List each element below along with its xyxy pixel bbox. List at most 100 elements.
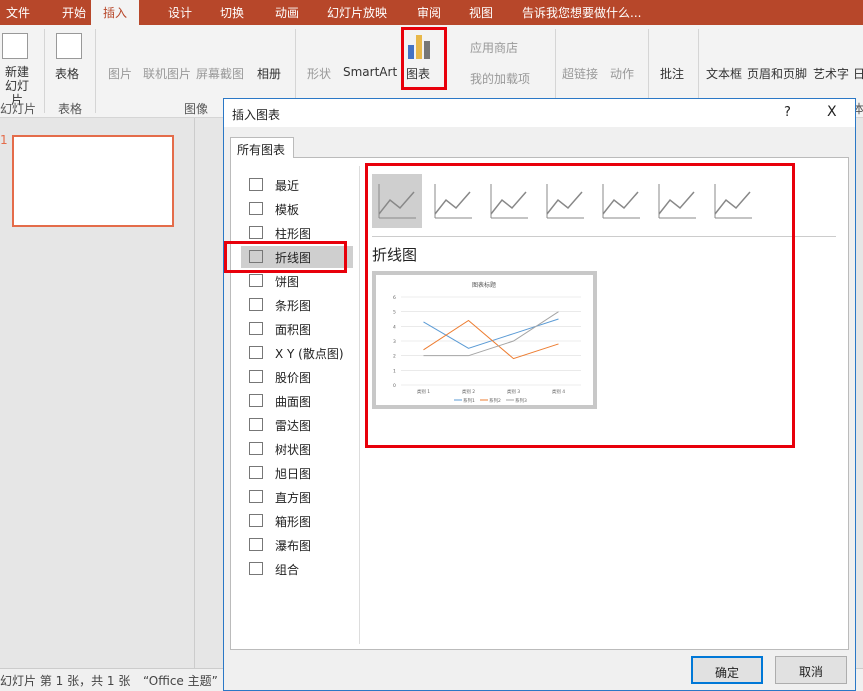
album-button[interactable]: 相册 xyxy=(257,65,281,82)
cancel-button[interactable]: 取消 xyxy=(775,656,847,684)
tab-7[interactable]: 审阅 xyxy=(417,4,441,21)
my-addins-button[interactable]: 我的加载项 xyxy=(470,70,530,87)
category-item[interactable]: 箱形图 xyxy=(241,510,353,532)
line-subtype-icon xyxy=(602,184,640,219)
tab-6[interactable]: 幻灯片放映 xyxy=(327,4,387,21)
textbox-button[interactable]: 文本框 xyxy=(706,65,742,82)
insert-chart-dialog: 插入图表 ? X 所有图表 最近模板柱形图折线图饼图条形图面积图 X Y (散点图… xyxy=(223,98,856,691)
line-subtype-icon xyxy=(378,184,416,219)
category-item[interactable]: 旭日图 xyxy=(241,462,353,484)
category-label: 股价图 xyxy=(275,371,312,385)
close-button[interactable]: X xyxy=(827,104,837,120)
category-item[interactable]: 曲面图 xyxy=(241,390,353,412)
ok-button[interactable]: 确定 xyxy=(691,656,763,684)
category-item[interactable]: 雷达图 xyxy=(241,414,353,436)
category-label: 折线图 xyxy=(275,251,312,265)
category-label: 直方图 xyxy=(275,491,312,505)
date-button[interactable]: 日 xyxy=(853,65,863,82)
header-footer-button[interactable]: 页眉和页脚 xyxy=(747,65,807,82)
tab-5[interactable]: 动画 xyxy=(275,4,299,21)
tell-me-search[interactable]: 告诉我您想要做什么... xyxy=(522,4,641,21)
chart-type-icon xyxy=(249,274,263,287)
category-label: 条形图 xyxy=(275,299,312,313)
slide-count: 幻灯片 第 1 张，共 1 张 xyxy=(0,674,131,688)
tab-0[interactable]: 文件 xyxy=(6,4,30,21)
category-label: 面积图 xyxy=(275,323,312,337)
online-picture-button[interactable]: 联机图片 xyxy=(143,65,191,82)
category-item[interactable]: X Y (散点图) xyxy=(241,342,353,364)
category-item[interactable]: 折线图 xyxy=(241,246,353,268)
legend-entry: 系列3 xyxy=(515,397,527,404)
category-label: 最近 xyxy=(275,179,300,193)
screenshot-button[interactable]: 屏幕截图 xyxy=(196,65,244,82)
line-subtype-4[interactable] xyxy=(540,174,590,228)
category-item[interactable]: 直方图 xyxy=(241,486,353,508)
chart-preview[interactable]: 图表标题 0 1 2 3 4 5 6 类别 1 类别 2 类别 3 类别 4 系列1 系列2 系列3 xyxy=(372,271,597,409)
category-label: 曲面图 xyxy=(275,395,312,409)
category-item[interactable]: 股价图 xyxy=(241,366,353,388)
line-subtype-icon xyxy=(658,184,696,219)
action-button[interactable]: 动作 xyxy=(610,65,634,82)
dialog-panel: 最近模板柱形图折线图饼图条形图面积图 X Y (散点图) 股价图曲面图雷达图 树状图旭… xyxy=(230,157,849,650)
group-label: 图像 xyxy=(184,102,209,116)
category-item[interactable]: 柱形图 xyxy=(241,222,353,244)
tab-2[interactable]: 插入 xyxy=(91,0,140,25)
table-icon xyxy=(56,33,82,59)
chart-type-icon xyxy=(249,394,263,407)
chart-type-icon xyxy=(249,538,263,551)
line-subtype-6[interactable] xyxy=(652,174,702,228)
chart-type-icon xyxy=(249,490,263,503)
picture-button[interactable]: 图片 xyxy=(108,65,132,82)
series-line-1 xyxy=(423,318,559,349)
category-label: 瀑布图 xyxy=(275,539,312,553)
chart-type-icon xyxy=(249,298,263,311)
x-tick-label: 类别 1 xyxy=(417,388,430,395)
tab-all-charts[interactable]: 所有图表 xyxy=(230,137,294,158)
category-item[interactable]: 最近 xyxy=(241,174,353,196)
category-item[interactable]: 树状图 xyxy=(241,438,353,460)
category-item[interactable]: 模板 xyxy=(241,198,353,220)
category-item[interactable]: 组合 xyxy=(241,558,353,580)
chart-type-icon xyxy=(249,346,263,359)
comment-button[interactable]: 批注 xyxy=(660,65,684,82)
tab-4[interactable]: 切换 xyxy=(220,4,244,21)
category-item[interactable]: 条形图 xyxy=(241,294,353,316)
shapes-button[interactable]: 形状 xyxy=(307,65,331,82)
chart-type-icon xyxy=(249,442,263,455)
category-label: 柱形图 xyxy=(275,227,312,241)
category-label: 组合 xyxy=(275,563,300,577)
store-button[interactable]: 应用商店 xyxy=(470,39,518,56)
line-chart: 图表标题 0 1 2 3 4 5 6 类别 1 类别 2 类别 3 类别 4 系列1 系列2 系列3 xyxy=(376,275,593,405)
table-button[interactable]: 表格 xyxy=(55,65,79,82)
new-slide-icon xyxy=(2,33,28,59)
tab-3[interactable]: 设计 xyxy=(168,4,192,21)
category-label: X Y (散点图) xyxy=(275,347,344,361)
line-subtype-icon xyxy=(434,184,472,219)
line-subtype-7[interactable] xyxy=(708,174,758,228)
legend-entry: 系列2 xyxy=(489,397,501,404)
dialog-title: 插入图表 xyxy=(232,108,281,122)
category-item[interactable]: 瀑布图 xyxy=(241,534,353,556)
smartart-button[interactable]: SmartArt xyxy=(343,65,397,79)
help-button[interactable]: ? xyxy=(784,105,791,120)
chart-button[interactable]: 图表 xyxy=(406,65,430,82)
tab-8[interactable]: 视图 xyxy=(469,4,493,21)
wordart-button[interactable]: 艺术字 xyxy=(813,65,849,82)
line-subtype-5[interactable] xyxy=(596,174,646,228)
chart-type-icon xyxy=(249,322,263,335)
tab-1[interactable]: 开始 xyxy=(62,4,86,21)
line-subtype-2[interactable] xyxy=(428,174,478,228)
y-tick-label: 0 xyxy=(393,383,396,389)
line-subtype-3[interactable] xyxy=(484,174,534,228)
line-subtype-1[interactable] xyxy=(372,174,422,228)
chart-type-icon xyxy=(249,418,263,431)
y-tick-label: 5 xyxy=(393,310,396,316)
category-item[interactable]: 面积图 xyxy=(241,318,353,340)
hyperlink-button[interactable]: 超链接 xyxy=(562,65,598,82)
slide-thumbnail[interactable] xyxy=(12,135,174,227)
chart-type-icon xyxy=(249,250,263,263)
category-item[interactable]: 饼图 xyxy=(241,270,353,292)
theme-name: “Office 主题” xyxy=(143,674,218,688)
line-subtype-icon xyxy=(546,184,584,219)
line-subtype-icon xyxy=(714,184,752,219)
